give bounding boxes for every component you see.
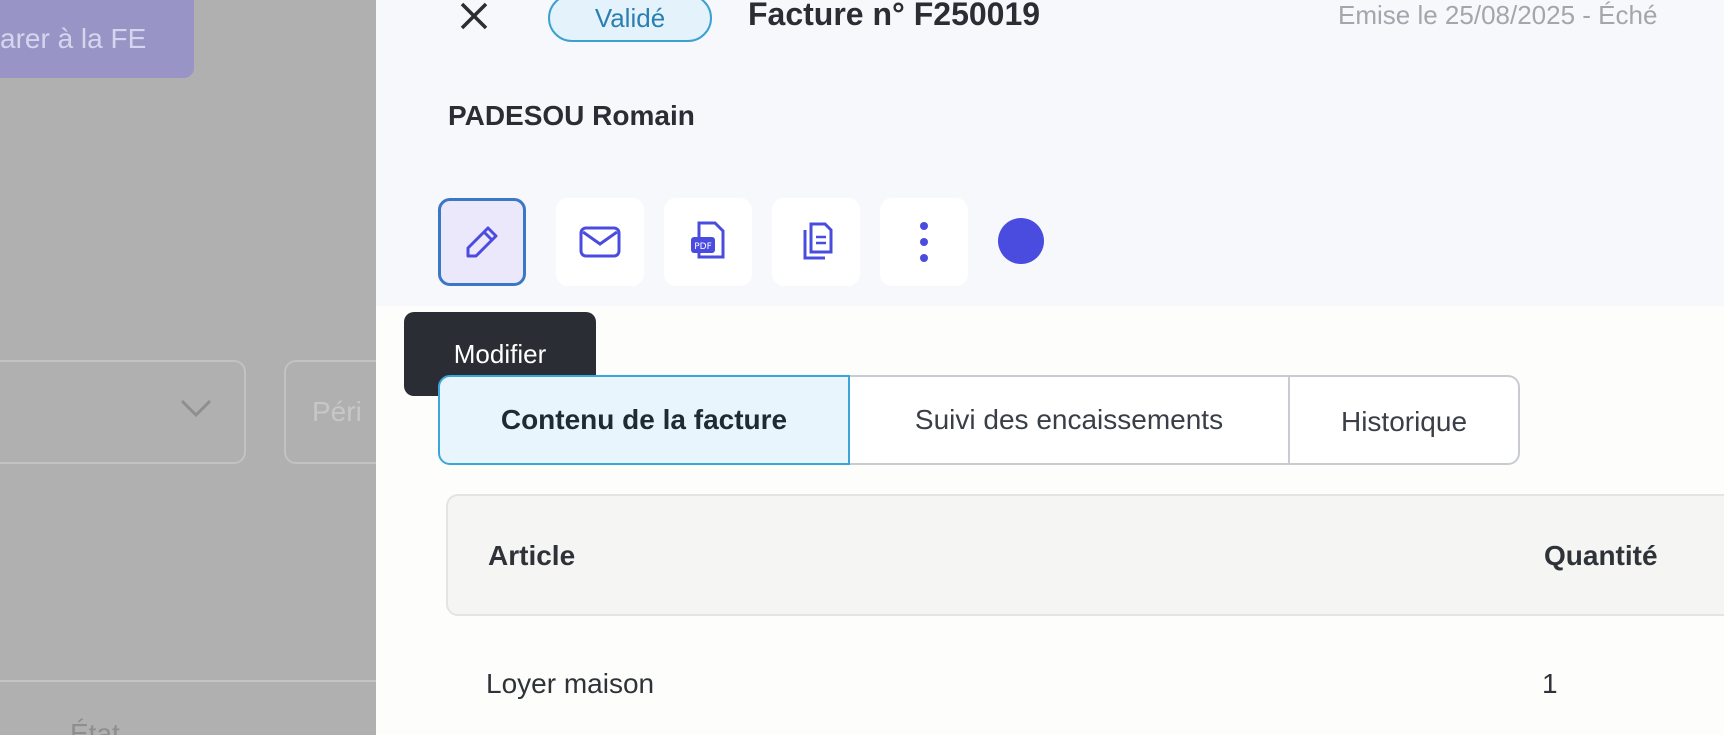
chevron-down-icon — [180, 399, 212, 418]
edit-button[interactable] — [438, 198, 526, 286]
download-pdf-button[interactable]: PDF — [664, 198, 752, 286]
duplicate-button[interactable] — [772, 198, 860, 286]
state-column-header: État — [70, 718, 120, 735]
invoice-drawer: Validé Facture n° F250019 Emise le 25/08… — [376, 0, 1724, 735]
issue-date-info: Emise le 25/08/2025 - Éché — [1338, 0, 1658, 30]
filter-select[interactable] — [0, 360, 246, 464]
tab-invoice-content[interactable]: Contenu de la facture — [438, 375, 850, 465]
divider — [0, 680, 376, 682]
client-name: PADESOU Romain — [448, 100, 695, 131]
column-header-article: Article — [488, 540, 576, 571]
invoice-title: Facture n° F250019 — [748, 0, 1041, 32]
status-dot — [998, 218, 1044, 264]
more-options-button[interactable] — [880, 198, 968, 286]
table-cell-article: Loyer maison — [486, 668, 655, 699]
table-cell-quantity: 1 — [1542, 668, 1558, 699]
pencil-icon — [466, 226, 498, 258]
background-page: arer à la FE Péri État — [0, 0, 376, 735]
copy-icon — [803, 222, 833, 260]
declare-fe-button[interactable]: arer à la FE — [0, 0, 194, 78]
column-header-quantity: Quantité — [1544, 540, 1658, 571]
tab-payment-tracking[interactable]: Suivi des encaissements — [850, 375, 1290, 465]
drawer-header: Validé Facture n° F250019 Emise le 25/08… — [376, 0, 1724, 306]
svg-text:PDF: PDF — [694, 242, 712, 252]
envelope-icon — [579, 226, 621, 258]
close-icon[interactable] — [456, 0, 492, 36]
tab-history[interactable]: Historique — [1290, 375, 1520, 465]
invoice-tabs: Contenu de la facture Suivi des encaisse… — [438, 375, 1520, 465]
send-email-button[interactable] — [556, 198, 644, 286]
more-vertical-icon — [920, 222, 928, 262]
period-input[interactable]: Péri — [284, 360, 376, 464]
table-header: Article Quantité — [446, 494, 1724, 616]
status-badge: Validé — [548, 0, 712, 42]
pdf-icon: PDF — [691, 221, 725, 259]
